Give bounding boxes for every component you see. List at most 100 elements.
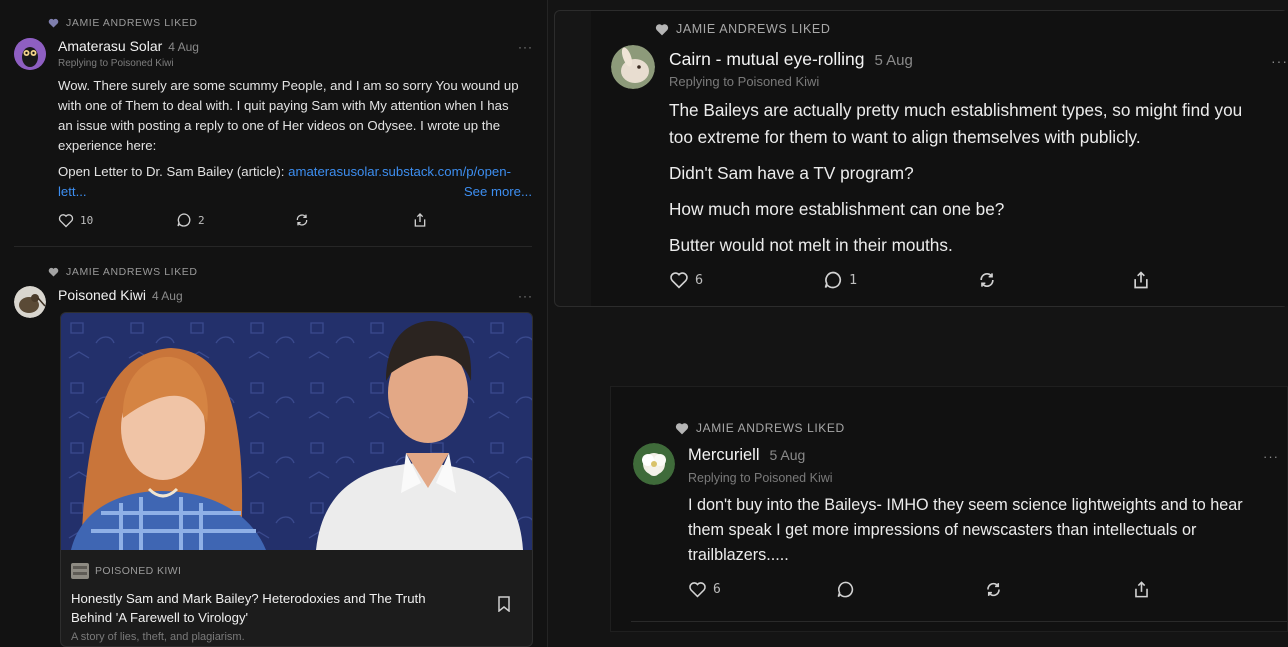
- comment-button[interactable]: [836, 580, 984, 599]
- divider: [631, 621, 1287, 622]
- body-line: trailblazers.....: [688, 546, 789, 564]
- like-button[interactable]: 6: [669, 271, 823, 289]
- like-count: 10: [80, 213, 94, 227]
- post-date[interactable]: 5 Aug: [875, 52, 913, 69]
- body-line: How much more establishment can one be?: [669, 199, 1005, 219]
- comment-panel-bottom: JAMIE ANDREWS LIKED Mercuriell 5 Aug ···…: [610, 386, 1288, 632]
- heart-icon: [689, 582, 706, 598]
- article-link-cont[interactable]: lett...: [58, 184, 87, 199]
- action-bar: 6 1: [669, 270, 1151, 290]
- comment-icon: [824, 271, 842, 289]
- heart-icon: [58, 213, 74, 227]
- body-line: too extreme for them to want to align th…: [669, 127, 1141, 147]
- heart-icon: [675, 422, 689, 434]
- like-button[interactable]: 10: [58, 213, 176, 228]
- more-icon[interactable]: ···: [518, 40, 533, 54]
- like-count: 6: [695, 272, 704, 288]
- heart-icon: [670, 272, 688, 289]
- comment-body: The Baileys are actually pretty much est…: [669, 97, 1284, 259]
- liked-by-label: JAMIE ANDREWS LIKED: [655, 22, 831, 36]
- comment-count: 1: [849, 272, 858, 288]
- replying-to[interactable]: Replying to Poisoned Kiwi: [669, 74, 819, 89]
- post-date[interactable]: 5 Aug: [770, 447, 806, 463]
- heart-icon: [48, 267, 59, 277]
- more-icon[interactable]: ···: [1271, 53, 1288, 69]
- rabbit-avatar-icon: [611, 45, 655, 89]
- kiwi-avatar-icon: [14, 286, 46, 318]
- see-more-link[interactable]: See more...: [464, 182, 532, 202]
- author-name[interactable]: Cairn - mutual eye-rolling: [669, 49, 865, 70]
- liked-by-label: JAMIE ANDREWS LIKED: [48, 266, 198, 278]
- card-subtitle: A story of lies, theft, and plagiarism.: [71, 631, 245, 643]
- liked-by-label: JAMIE ANDREWS LIKED: [675, 421, 845, 435]
- comment-button[interactable]: 2: [176, 212, 294, 228]
- share-icon: [1135, 581, 1148, 598]
- body-line: I don't buy into the Baileys- IMHO they …: [688, 496, 1243, 514]
- share-icon: [414, 213, 426, 227]
- post-date[interactable]: 4 Aug: [152, 289, 183, 303]
- comment-body: I don't buy into the Baileys- IMHO they …: [688, 493, 1283, 568]
- left-feed: JAMIE ANDREWS LIKED Amaterasu Solar 4 Au…: [0, 0, 548, 647]
- flower-avatar-icon: [633, 443, 675, 485]
- avatar[interactable]: [611, 45, 655, 89]
- card-title-line: Behind 'A Farewell to Virology': [71, 610, 249, 625]
- body-line: Butter would not melt in their mouths.: [669, 235, 953, 255]
- article-link[interactable]: amaterasusolar.substack.com/p/open-: [288, 164, 511, 179]
- replying-to[interactable]: Replying to Poisoned Kiwi: [58, 58, 174, 69]
- avatar[interactable]: [14, 38, 46, 70]
- author-name[interactable]: Poisoned Kiwi: [58, 287, 146, 303]
- liked-label-text: JAMIE ANDREWS LIKED: [66, 266, 198, 278]
- more-icon[interactable]: ···: [1263, 449, 1279, 464]
- heart-icon: [655, 23, 669, 35]
- like-button[interactable]: 6: [688, 581, 836, 598]
- comment-icon: [177, 213, 191, 227]
- hosts-photo: [61, 313, 532, 550]
- publication-logo-icon: [71, 563, 89, 579]
- heart-icon: [48, 18, 59, 28]
- body-line: Wow. There surely are some scummy People…: [58, 78, 519, 93]
- card-title-line: Honestly Sam and Mark Bailey? Heterodoxi…: [71, 591, 426, 606]
- bookmark-icon[interactable]: [497, 596, 511, 612]
- body-line: with one of Them to deal with. I quit pa…: [58, 98, 509, 113]
- publication-name: POISONED KIWI: [95, 565, 182, 577]
- author-name[interactable]: Mercuriell: [688, 446, 760, 465]
- avatar[interactable]: [633, 443, 675, 485]
- restack-icon: [980, 272, 994, 288]
- comment-icon: [837, 581, 854, 598]
- liked-label-text: JAMIE ANDREWS LIKED: [66, 17, 198, 29]
- comment-count: 2: [198, 213, 205, 227]
- body-line: The Baileys are actually pretty much est…: [669, 100, 1243, 120]
- restack-icon: [987, 582, 1000, 597]
- restack-icon: [296, 214, 308, 226]
- like-count: 6: [713, 582, 721, 597]
- replying-to[interactable]: Replying to Poisoned Kiwi: [688, 471, 833, 485]
- body-line: Didn't Sam have a TV program?: [669, 163, 914, 183]
- restack-button[interactable]: [984, 580, 1132, 599]
- card-title[interactable]: Honestly Sam and Mark Bailey? Heterodoxi…: [71, 589, 471, 627]
- comment-body: Wow. There surely are some scummy People…: [58, 76, 538, 202]
- share-button[interactable]: [412, 212, 428, 228]
- liked-by-label: JAMIE ANDREWS LIKED: [48, 17, 198, 29]
- owl-avatar-icon: [14, 38, 46, 70]
- share-icon: [1134, 271, 1148, 289]
- post-card[interactable]: POISONED KIWI Honestly Sam and Mark Bail…: [60, 312, 533, 647]
- share-button[interactable]: [1132, 580, 1151, 599]
- divider: [14, 246, 532, 247]
- avatar[interactable]: [14, 286, 46, 318]
- restack-button[interactable]: [977, 270, 1131, 290]
- link-prefix: Open Letter to Dr. Sam Bailey (article):: [58, 164, 289, 179]
- publication-row[interactable]: POISONED KIWI: [71, 563, 181, 579]
- body-line: experience here:: [58, 138, 157, 153]
- card-image: [61, 313, 532, 550]
- comment-panel-top: JAMIE ANDREWS LIKED Cairn - mutual eye-r…: [554, 10, 1288, 307]
- body-line: them speak I get more impressions of new…: [688, 521, 1197, 539]
- body-line: an issue with posting a reply to one of …: [58, 118, 501, 133]
- more-icon[interactable]: ···: [518, 289, 533, 303]
- action-bar: 10 2: [58, 212, 428, 228]
- action-bar: 6: [688, 580, 1151, 599]
- comment-button[interactable]: 1: [823, 270, 977, 290]
- post-date[interactable]: 4 Aug: [168, 40, 199, 54]
- author-name[interactable]: Amaterasu Solar: [58, 38, 162, 54]
- restack-button[interactable]: [294, 212, 412, 228]
- share-button[interactable]: [1131, 270, 1151, 290]
